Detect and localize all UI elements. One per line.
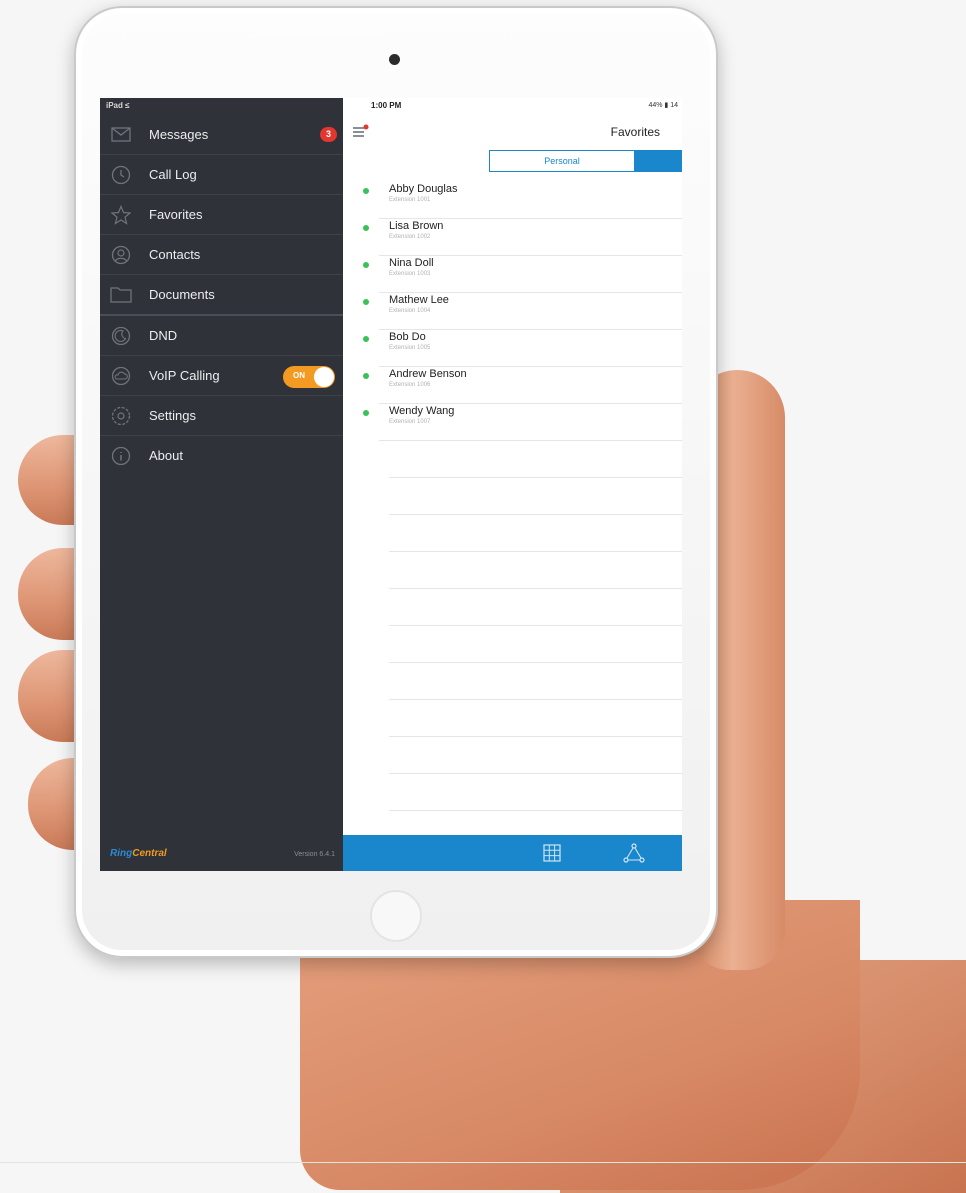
empty-row: [389, 441, 682, 478]
empty-row: [389, 589, 682, 626]
voip-toggle[interactable]: ON: [283, 366, 335, 388]
star-icon: [110, 204, 132, 226]
sidebar-item-label: Call Log: [149, 167, 197, 182]
ringcentral-logo: RingCentral: [110, 848, 167, 859]
sidebar-item-label: About: [149, 448, 183, 463]
presence-dot: [363, 225, 369, 231]
envelope-icon: [110, 124, 132, 146]
empty-row: [389, 552, 682, 589]
contact-name: Andrew Benson: [389, 368, 467, 380]
empty-row: [389, 737, 682, 774]
favorites-list: Abby Douglas Extension 1001 Lisa Brown Ext…: [343, 182, 682, 848]
sidebar-item-about[interactable]: About: [100, 436, 343, 475]
unread-badge: 3: [320, 127, 337, 142]
version-label: Version 6.4.1: [294, 851, 335, 858]
sidebar-item-voip-calling: VoIP Calling ON: [100, 356, 343, 396]
list-item[interactable]: Bob Do Extension 1005: [363, 330, 682, 367]
sidebar-item-label: Documents: [149, 287, 215, 302]
sidebar-item-label: Messages: [149, 127, 209, 142]
empty-row: [389, 515, 682, 552]
contact-extension: Extension 1001: [389, 197, 431, 203]
list-item[interactable]: Andrew Benson Extension 1006: [363, 367, 682, 404]
sidebar-menu: Messages 3 Call Log Favorites Contacts D…: [100, 115, 343, 475]
sidebar-item-label: Settings: [149, 408, 196, 423]
contact-name: Mathew Lee: [389, 294, 449, 306]
person-icon: [110, 244, 132, 266]
hamburger-icon: [353, 124, 369, 137]
contact-name: Lisa Brown: [389, 220, 444, 232]
contact-extension: Extension 1006: [389, 382, 431, 388]
keypad-icon[interactable]: [542, 843, 562, 863]
clock-icon: [110, 164, 132, 186]
carrier-label: iPad ≤: [106, 101, 130, 110]
empty-row: [389, 626, 682, 663]
sidebar-item-label: Contacts: [149, 247, 201, 262]
empty-row: [389, 478, 682, 515]
page-title: Favorites: [610, 125, 660, 139]
sidebar-item-label: Favorites: [149, 207, 203, 222]
contact-extension: Extension 1004: [389, 308, 431, 314]
battery-indicator: 44% ▮ 14: [648, 102, 678, 109]
contact-name: Nina Doll: [389, 257, 434, 269]
contact-extension: Extension 1002: [389, 234, 431, 240]
sidebar-item-settings[interactable]: Settings: [100, 396, 343, 436]
contact-name: Wendy Wang: [389, 405, 455, 417]
app-screen: iPad ≤ Messages 3 Call Log Favorites Con…: [100, 98, 682, 871]
favorites-pane: 1:00 PM 44% ▮ 14 Favorites Personal Abby…: [343, 98, 682, 871]
network-icon[interactable]: [623, 843, 645, 863]
empty-row: [389, 700, 682, 737]
gear-icon: [110, 405, 132, 427]
list-item[interactable]: Nina Doll Extension 1003: [363, 256, 682, 293]
presence-dot: [363, 299, 369, 305]
empty-row: [389, 663, 682, 700]
sidebar-item-documents[interactable]: Documents: [100, 275, 343, 316]
folder-icon: [110, 284, 132, 306]
cloud-icon: [110, 365, 132, 387]
segment-personal[interactable]: Personal: [490, 151, 634, 171]
bottom-toolbar: [343, 835, 682, 871]
contact-name: Abby Douglas: [389, 183, 458, 195]
sidebar-item-call-log[interactable]: Call Log: [100, 155, 343, 195]
sidebar-item-dnd[interactable]: DND: [100, 316, 343, 356]
sidebar-item-favorites[interactable]: Favorites: [100, 195, 343, 235]
contact-extension: Extension 1005: [389, 345, 431, 351]
sidebar-item-label: DND: [149, 328, 178, 343]
toggle-state-label: ON: [293, 371, 305, 380]
presence-dot: [363, 262, 369, 268]
contact-extension: Extension 1007: [389, 419, 431, 425]
sidebar-item-contacts[interactable]: Contacts: [100, 235, 343, 275]
toggle-knob: [314, 367, 334, 387]
sidebar: iPad ≤ Messages 3 Call Log Favorites Con…: [100, 98, 343, 871]
info-icon: [110, 445, 132, 467]
presence-dot: [363, 188, 369, 194]
presence-dot: [363, 373, 369, 379]
presence-dot: [363, 410, 369, 416]
list-item[interactable]: Wendy Wang Extension 1007: [363, 404, 682, 441]
contact-extension: Extension 1003: [389, 271, 431, 277]
empty-row: [389, 774, 682, 811]
home-button[interactable]: [370, 890, 422, 942]
segmented-control: Personal: [489, 150, 682, 172]
segment-company[interactable]: [634, 151, 682, 171]
sidebar-item-messages[interactable]: Messages 3: [100, 115, 343, 155]
status-time: 1:00 PM: [371, 101, 402, 110]
moon-icon: [110, 325, 132, 347]
contact-name: Bob Do: [389, 331, 426, 343]
camera: [389, 54, 400, 65]
menu-toggle-button[interactable]: [353, 124, 369, 138]
list-item[interactable]: Abby Douglas Extension 1001: [363, 182, 682, 219]
sidebar-item-label: VoIP Calling: [149, 368, 220, 383]
presence-dot: [363, 336, 369, 342]
list-item[interactable]: Mathew Lee Extension 1004: [363, 293, 682, 330]
divider: [0, 1162, 966, 1163]
list-item[interactable]: Lisa Brown Extension 1002: [363, 219, 682, 256]
